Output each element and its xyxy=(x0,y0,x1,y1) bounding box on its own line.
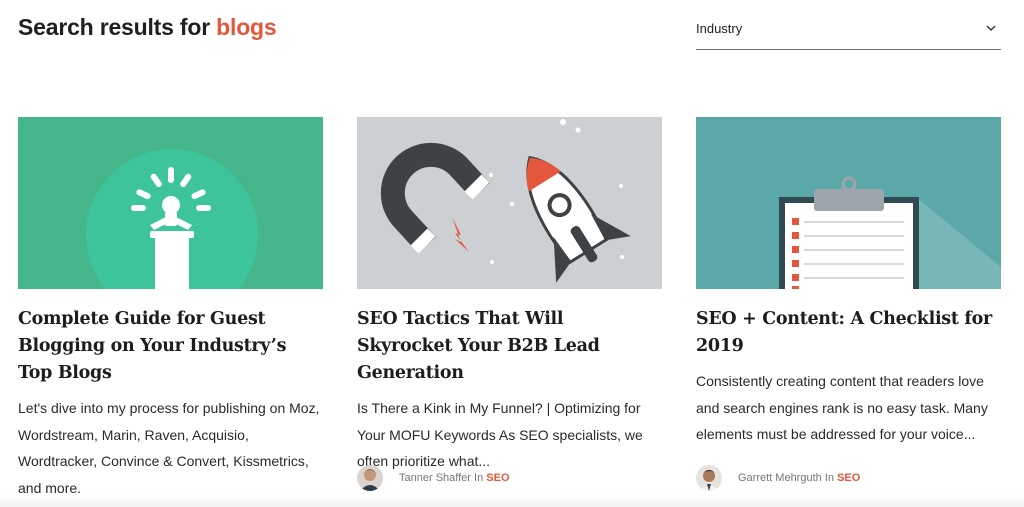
author-byline: Tanner Shaffer In SEO xyxy=(357,465,510,491)
category-link[interactable]: SEO xyxy=(837,472,860,484)
industry-filter-label: Industry xyxy=(696,21,743,36)
clipboard-checklist-illustration xyxy=(696,117,1001,289)
article-title[interactable]: SEO + Content: A Checklist for 2019 xyxy=(696,306,1001,360)
author-in-label: In xyxy=(824,472,835,484)
article-title[interactable]: SEO Tactics That Will Skyrocket Your B2B… xyxy=(357,306,662,387)
author-photo xyxy=(357,465,383,491)
author-name[interactable]: Tanner Shaffer xyxy=(399,472,471,484)
chevron-down-icon xyxy=(986,25,996,31)
bottom-fade xyxy=(0,495,1024,507)
article-excerpt: Consistently creating content that reade… xyxy=(696,373,988,442)
article-thumbnail[interactable] xyxy=(696,117,1001,289)
avatar[interactable] xyxy=(357,465,383,491)
author-name[interactable]: Garrett Mehrguth xyxy=(738,472,822,484)
author-meta: Tanner Shaffer In SEO xyxy=(399,472,510,484)
article-thumbnail[interactable] xyxy=(18,117,323,289)
article-excerpt: Let's dive into my process for publishin… xyxy=(18,400,320,496)
author-photo xyxy=(696,465,722,491)
industry-filter-dropdown[interactable]: Industry xyxy=(696,10,1001,50)
author-byline: Garrett Mehrguth In SEO xyxy=(696,465,860,491)
article-card[interactable]: Complete Guide for Guest Blogging on You… xyxy=(18,117,323,501)
search-title-prefix: Search results for xyxy=(18,14,217,40)
article-excerpt: Is There a Kink in My Funnel? | Optimizi… xyxy=(357,400,643,469)
article-card[interactable]: SEO Tactics That Will Skyrocket Your B2B… xyxy=(357,117,662,475)
speaker-at-podium-illustration xyxy=(18,117,323,289)
article-title[interactable]: Complete Guide for Guest Blogging on You… xyxy=(18,306,323,387)
avatar[interactable] xyxy=(696,465,722,491)
search-header: Search results for blogs xyxy=(18,14,277,41)
article-card[interactable]: SEO + Content: A Checklist for 2019 Cons… xyxy=(696,117,1001,448)
author-in-label: In xyxy=(474,472,484,484)
author-meta: Garrett Mehrguth In SEO xyxy=(738,472,860,484)
page-title: Search results for blogs xyxy=(18,14,277,41)
category-link[interactable]: SEO xyxy=(486,472,509,484)
magnet-and-rocket-illustration xyxy=(357,117,662,289)
search-term: blogs xyxy=(216,14,277,40)
article-thumbnail[interactable] xyxy=(357,117,662,289)
